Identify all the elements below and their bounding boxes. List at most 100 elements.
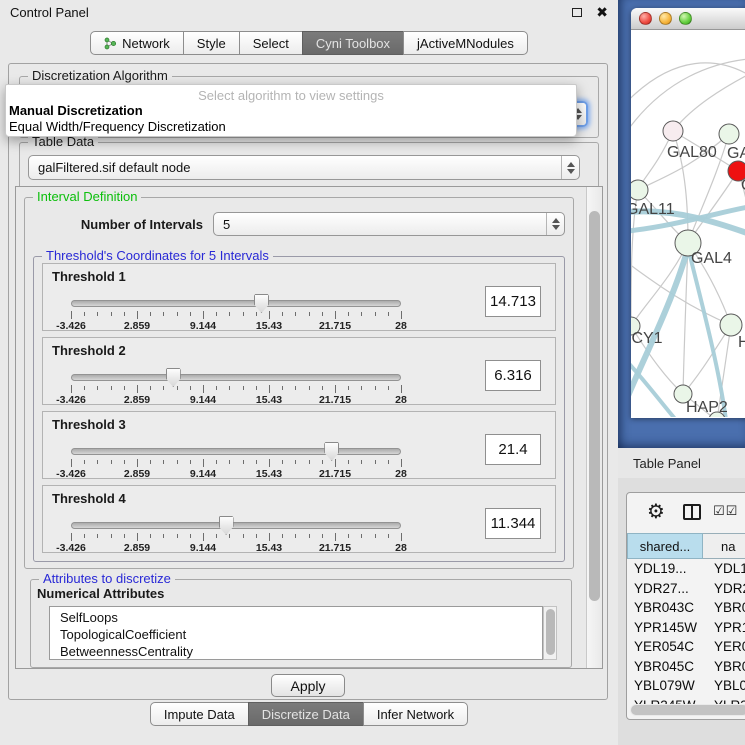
network-edge — [673, 68, 745, 131]
gear-icon[interactable]: ⚙ — [647, 501, 665, 521]
tab-label: jActiveMNodules — [417, 36, 514, 51]
close-traffic-light-icon[interactable] — [639, 12, 652, 25]
threshold-value-field[interactable]: 6.316 — [485, 360, 541, 391]
node-label: GA — [727, 145, 745, 162]
attribute-list-item[interactable]: SelfLoops — [60, 609, 542, 626]
tab-discretize-data[interactable]: Discretize Data — [248, 702, 364, 726]
checkbox-filter-icons[interactable]: ☑☑ — [713, 504, 738, 519]
table-row[interactable]: YBR045CYBR0 — [627, 659, 745, 679]
tick-label: 21.715 — [319, 542, 351, 554]
threshold-panel: Threshold 1 -3.4262.8599.14415.4321.71528… — [42, 263, 556, 331]
minimize-traffic-light-icon[interactable] — [659, 12, 672, 25]
float-window-icon[interactable] — [572, 8, 582, 17]
tick-label: 15.43 — [256, 542, 282, 554]
column-header[interactable]: shared... — [627, 533, 703, 559]
tab-label: Cyni Toolbox — [316, 36, 390, 51]
threshold-panel: Threshold 4-3.4262.8599.14415.4321.71528… — [42, 485, 556, 553]
table-cell: YBR045C — [627, 659, 703, 679]
node-top-right[interactable] — [719, 124, 739, 144]
threshold-value-field[interactable]: 14.713 — [485, 286, 541, 317]
node-h[interactable] — [720, 314, 742, 336]
tab-cyni-toolbox[interactable]: Cyni Toolbox — [302, 31, 404, 55]
tick-label: 2.859 — [124, 394, 150, 406]
tab-network[interactable]: Network — [90, 31, 184, 55]
tab-label: Style — [197, 36, 226, 51]
table-row[interactable]: YBR043CYBR0 — [627, 600, 745, 620]
table-toolbar: ⚙ ☑☑ — [627, 493, 745, 533]
tick-label: 21.715 — [319, 394, 351, 406]
settings-vertical-scrollbar[interactable] — [586, 187, 602, 668]
apply-button[interactable]: Apply — [271, 674, 345, 697]
table-row[interactable]: YBL079WYBL0 — [627, 678, 745, 698]
attributes-list-scrollbar[interactable] — [543, 606, 557, 660]
table-data-combobox[interactable]: galFiltered.sif default node — [28, 155, 580, 180]
node-label: GCY1 — [631, 330, 663, 347]
table-rows: YDL19...YDL1YDR27...YDR2YBR043CYBR0YPR14… — [627, 559, 745, 720]
node-label: HAP2 — [686, 399, 728, 416]
node-label: GAL80 — [667, 144, 717, 161]
attribute-list-item[interactable]: BetweennessCentrality — [60, 643, 542, 660]
tick-label: 15.43 — [256, 320, 282, 332]
table-panel-title: Table Panel — [633, 456, 701, 471]
attribute-list-item[interactable]: TopologicalCoefficient — [60, 626, 542, 643]
threshold-value-field[interactable]: 21.4 — [485, 434, 541, 465]
tab-label: Network — [122, 36, 170, 51]
number-of-intervals-value: 5 — [223, 217, 230, 232]
zoom-traffic-light-icon[interactable] — [679, 12, 692, 25]
threshold-slider[interactable]: -3.4262.8599.14415.4321.71528 — [71, 294, 401, 324]
table-cell: YDR2 — [703, 581, 745, 601]
table-cell: YBR043C — [627, 600, 703, 620]
network-window: GAL80GACGAL11GAL4GCY1HHAP2 — [631, 8, 745, 418]
table-cell: YDL1 — [703, 561, 745, 581]
threshold-label: Threshold 1 — [52, 269, 126, 284]
network-edge — [631, 243, 688, 326]
tick-label: 9.144 — [190, 468, 216, 480]
threshold-slider[interactable]: -3.4262.8599.14415.4321.71528 — [71, 516, 401, 546]
bottom-tabbar: Impute Data Discretize Data Infer Network — [0, 702, 618, 726]
tab-infer-network[interactable]: Infer Network — [363, 702, 468, 726]
threshold-panel: Threshold 3-3.4262.8599.14415.4321.71528… — [42, 411, 556, 479]
column-header[interactable]: na — [703, 533, 745, 559]
table-row[interactable]: YIL053CYIL0 — [627, 717, 745, 720]
threshold-label: Threshold 2 — [52, 343, 126, 358]
node-gal11[interactable] — [631, 180, 648, 200]
tab-label: Discretize Data — [262, 707, 350, 722]
tick-label: 9.144 — [190, 320, 216, 332]
table-row[interactable]: YER054CYER0 — [627, 639, 745, 659]
split-columns-icon[interactable] — [683, 504, 701, 520]
algorithm-dropdown-popup: Select algorithm to view settings Manual… — [5, 84, 577, 137]
number-of-intervals-combobox[interactable]: 5 — [213, 212, 565, 236]
threshold-slider[interactable]: -3.4262.8599.14415.4321.71528 — [71, 442, 401, 472]
dropdown-option[interactable]: Equal Width/Frequency Discretization — [6, 119, 576, 135]
tab-label: Infer Network — [377, 707, 454, 722]
threshold-panel: Threshold 2 -3.4262.8599.14415.4321.71528… — [42, 337, 556, 405]
tick-label: 9.144 — [190, 394, 216, 406]
threshold-slider[interactable]: -3.4262.8599.14415.4321.71528 — [71, 368, 401, 398]
network-edge-thick — [631, 353, 676, 417]
table-row[interactable]: YDL19...YDL1 — [627, 561, 745, 581]
dropdown-option[interactable]: Manual Discretization — [6, 103, 576, 119]
tick-label: 15.43 — [256, 468, 282, 480]
network-window-titlebar — [631, 8, 745, 30]
table-cell: YBR0 — [703, 600, 745, 620]
tab-select[interactable]: Select — [239, 31, 303, 55]
network-graph-canvas[interactable]: GAL80GACGAL11GAL4GCY1HHAP2 — [631, 30, 745, 417]
numerical-attributes-list[interactable]: SelfLoopsTopologicalCoefficientBetweenne… — [49, 606, 543, 660]
threshold-coordinates-group: Threshold's Coordinates for 5 Intervals … — [33, 256, 565, 562]
node-gal80[interactable] — [663, 121, 683, 141]
right-panel: GAL80GACGAL11GAL4GCY1HHAP2 Table Panel ⚙… — [618, 0, 745, 745]
threshold-value-field[interactable]: 11.344 — [485, 508, 541, 539]
tab-jactivemnodules[interactable]: jActiveMNodules — [403, 31, 528, 55]
tick-label: 2.859 — [124, 542, 150, 554]
tab-style[interactable]: Style — [183, 31, 240, 55]
table-horizontal-scrollbar[interactable] — [630, 704, 745, 716]
tab-impute-data[interactable]: Impute Data — [150, 702, 249, 726]
table-cell: YIL0 — [703, 717, 745, 720]
table-cell: YER0 — [703, 639, 745, 659]
close-icon[interactable]: ✖ — [596, 5, 608, 19]
table-row[interactable]: YDR27...YDR2 — [627, 581, 745, 601]
tick-label: -3.426 — [56, 468, 86, 480]
algorithm-group-title: Discretization Algorithm — [28, 68, 172, 83]
tick-label: 9.144 — [190, 542, 216, 554]
table-row[interactable]: YPR145WYPR1 — [627, 620, 745, 640]
